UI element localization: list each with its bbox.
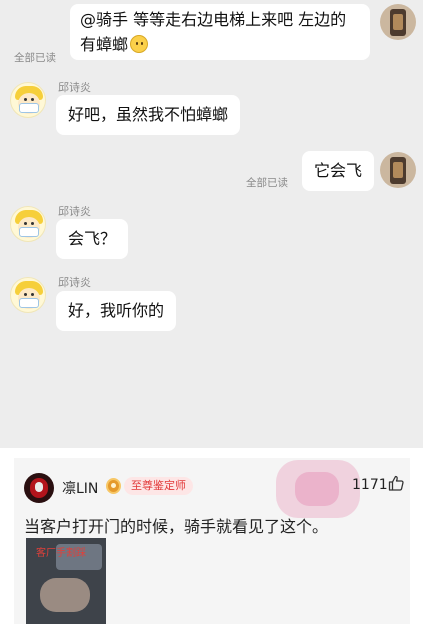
read-status: 全部已读 [14, 52, 56, 64]
like-count: 1171 [352, 477, 388, 493]
thumbs-up-icon[interactable] [388, 475, 404, 491]
message-text-line2-text: 有蟑螂 [80, 35, 129, 54]
medal-icon [106, 477, 121, 494]
chat-bubble-incoming[interactable]: 会飞？ [56, 219, 129, 259]
message-text-line1: @骑手 等等走右边电梯上来吧 左边的 [80, 10, 347, 29]
badge-label: 至尊鉴定师 [124, 476, 193, 495]
my-avatar[interactable] [380, 4, 416, 40]
chat-bubble-outgoing[interactable]: 它会飞 [302, 151, 375, 191]
contact-avatar[interactable] [10, 82, 46, 118]
flushed-face-emoji-icon [130, 35, 149, 53]
chat-bubble-outgoing[interactable]: @骑手 等等走右边电梯上来吧 左边的 有蟑螂 [70, 4, 370, 60]
comment-section: 凛LIN 至尊鉴定师 1171 当客户打开门的时候，骑手就看见了这个。 客厂手割… [0, 448, 423, 624]
contact-avatar[interactable] [10, 206, 46, 242]
contact-avatar[interactable] [10, 277, 46, 313]
sender-name: 邱诗炎 [58, 276, 91, 289]
chat-panel: @骑手 等等走右边电梯上来吧 左边的 有蟑螂 全部已读 邱诗炎 好吧，虽然我不怕… [0, 0, 423, 448]
comment-text: 当客户打开门的时候，骑手就看见了这个。 [24, 517, 329, 536]
chat-bubble-incoming[interactable]: 好，我听你的 [56, 291, 177, 331]
sender-name: 邱诗炎 [58, 205, 91, 218]
sender-name: 邱诗炎 [58, 81, 91, 94]
commenter-username[interactable]: 凛LIN [62, 478, 98, 498]
chat-bubble-incoming[interactable]: 好吧，虽然我不怕蟑螂 [56, 95, 241, 135]
commenter-badge: 至尊鉴定师 [106, 476, 193, 495]
my-avatar[interactable] [380, 152, 416, 188]
image-caption: 客厂手割踩 [36, 548, 86, 559]
comment-image-thumbnail[interactable]: 客厂手割踩 [26, 538, 106, 624]
comment-card: 凛LIN 至尊鉴定师 1171 当客户打开门的时候，骑手就看见了这个。 客厂手割… [14, 458, 410, 624]
blurred-sticker-inner [295, 472, 339, 506]
message-text-line2: 有蟑螂 [80, 32, 360, 57]
commenter-avatar[interactable] [24, 473, 54, 503]
read-status: 全部已读 [246, 177, 288, 189]
